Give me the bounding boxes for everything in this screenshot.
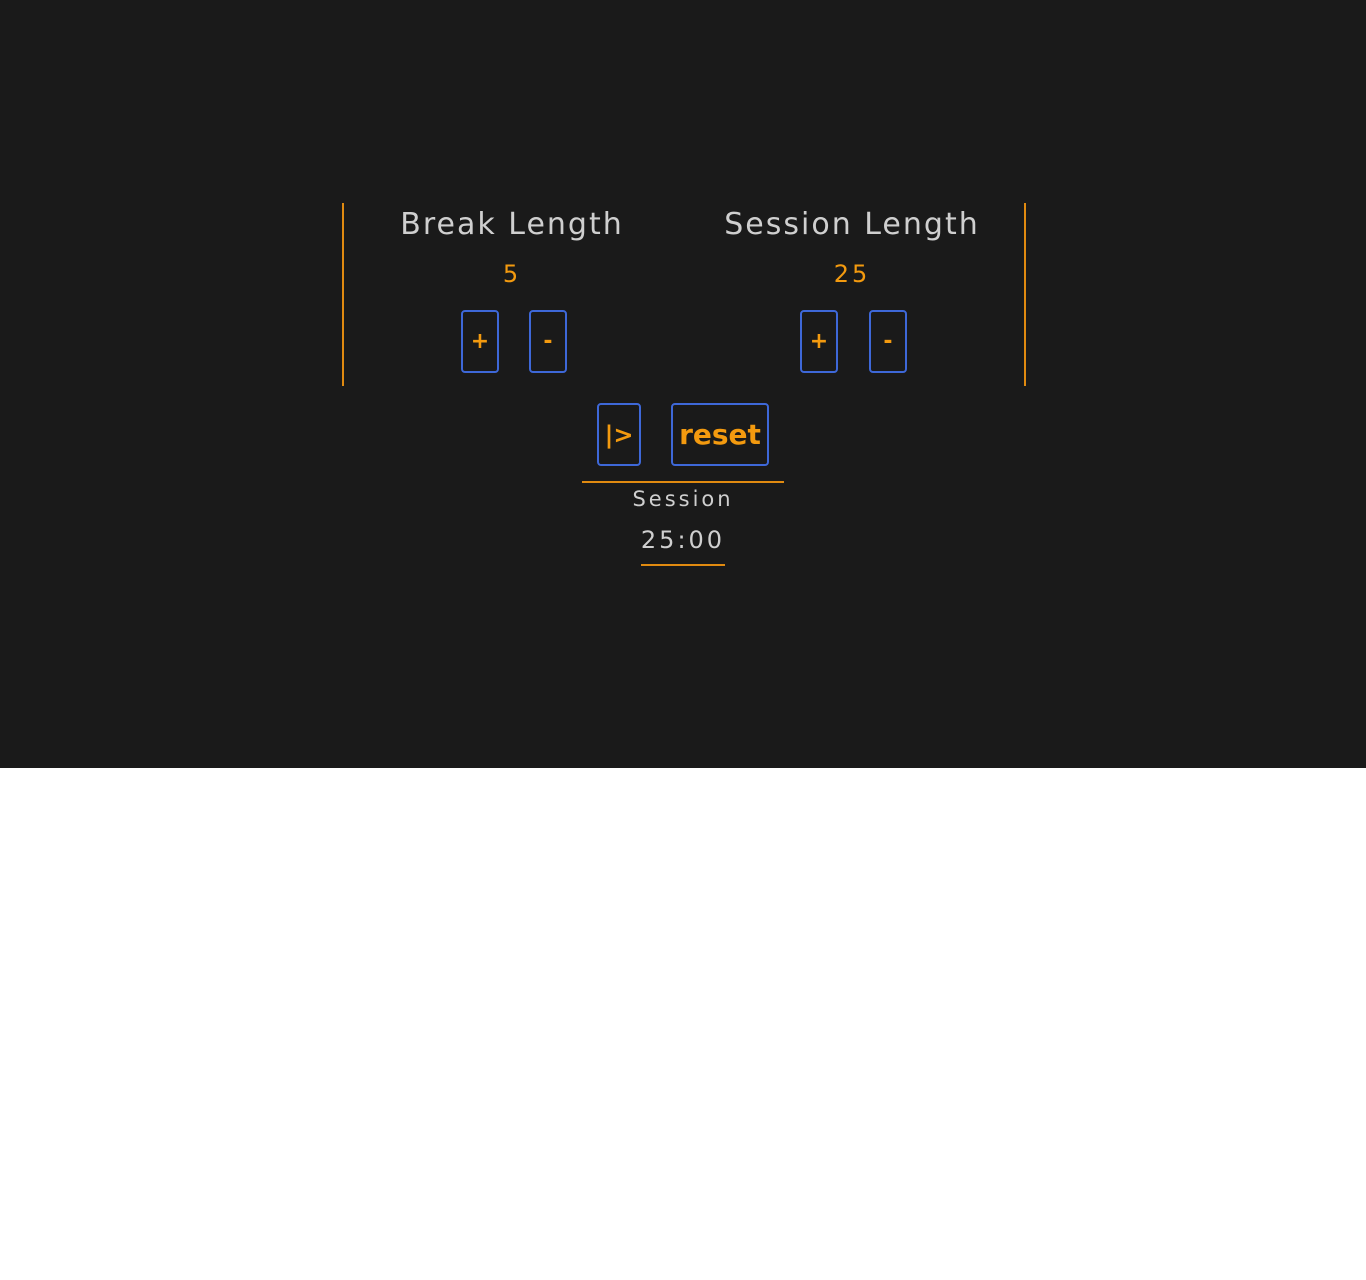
pomodoro-app: Break Length 5 + - Session Length 25 + -… (0, 0, 1366, 768)
break-length-value: 5 (502, 260, 522, 288)
break-increment-button[interactable]: + (461, 310, 499, 373)
session-decrement-button[interactable]: - (869, 310, 907, 373)
session-length-panel: Session Length 25 + - (722, 203, 982, 386)
timer-top-divider (582, 481, 784, 483)
session-length-value: 25 (833, 260, 871, 288)
reset-button[interactable]: reset (671, 403, 769, 466)
break-length-title: Break Length (400, 207, 624, 242)
length-settings: Break Length 5 + - Session Length 25 + - (342, 203, 1026, 386)
break-decrement-button[interactable]: - (529, 310, 567, 373)
break-length-panel: Break Length 5 + - (382, 203, 642, 386)
start-stop-button[interactable]: |> (597, 403, 641, 466)
session-increment-button[interactable]: + (800, 310, 838, 373)
timer-controls: |> reset (0, 403, 1366, 466)
timer-underline (641, 564, 725, 566)
timer-label: Session (632, 487, 734, 511)
time-left: 25:00 (640, 526, 726, 554)
session-length-title: Session Length (724, 207, 980, 242)
